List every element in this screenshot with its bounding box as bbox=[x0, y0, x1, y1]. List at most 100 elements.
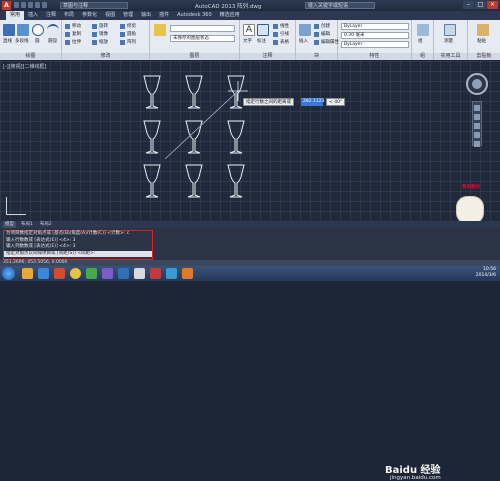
drawing-canvas[interactable] bbox=[0, 61, 500, 221]
dynamic-input-prompt: 指定行数之间的距离或 bbox=[243, 98, 294, 106]
minimize-button[interactable]: – bbox=[463, 1, 474, 9]
circle-icon[interactable] bbox=[32, 24, 44, 36]
viewcube-compass[interactable] bbox=[466, 73, 488, 95]
tab-layout2[interactable]: 布局2 bbox=[38, 221, 54, 228]
zoom-icon[interactable] bbox=[474, 123, 480, 129]
search-input[interactable]: 键入关键字或短语 bbox=[305, 2, 375, 9]
tab-home[interactable]: 常用 bbox=[6, 11, 25, 20]
layers-panel-label[interactable]: 图层 bbox=[150, 53, 239, 60]
goblet-r2c1[interactable] bbox=[143, 120, 161, 154]
modify-panel-label[interactable]: 修改 bbox=[62, 53, 149, 60]
app2-icon[interactable] bbox=[102, 268, 113, 279]
group-icon[interactable] bbox=[417, 24, 429, 36]
move-tool[interactable]: 移动 bbox=[65, 23, 81, 29]
tab-insert[interactable]: 插入 bbox=[24, 11, 42, 20]
block-panel-label[interactable]: 块 bbox=[296, 53, 337, 60]
showmotion-icon[interactable] bbox=[474, 141, 480, 147]
properties-panel-label[interactable]: 特性 bbox=[338, 53, 411, 60]
tab-view[interactable]: 视图 bbox=[101, 11, 119, 20]
tab-autodesk-360[interactable]: Autodesk 360 bbox=[173, 11, 216, 20]
app3-icon[interactable] bbox=[118, 268, 129, 279]
tab-layout[interactable]: 布局 bbox=[60, 11, 78, 20]
maximize-button[interactable]: □ bbox=[475, 1, 486, 9]
tab-parametric[interactable]: 参数化 bbox=[78, 11, 101, 20]
fillet-tool[interactable]: 圆角 bbox=[120, 31, 136, 37]
text-icon[interactable]: A bbox=[243, 24, 255, 36]
system-clock[interactable]: 10:56 2014/3/6 bbox=[476, 267, 496, 279]
polyline-icon[interactable] bbox=[17, 24, 29, 36]
goblet-r1c1[interactable] bbox=[143, 75, 161, 109]
autocad-taskbar-icon[interactable] bbox=[150, 268, 161, 279]
array-tool[interactable]: 阵列 bbox=[120, 39, 136, 45]
orbit-icon[interactable] bbox=[474, 132, 480, 138]
copy-tool[interactable]: 复制 bbox=[65, 31, 81, 37]
tab-plugins[interactable]: 插件 bbox=[155, 11, 173, 20]
stretch-tool[interactable]: 拉伸 bbox=[65, 39, 81, 45]
goblet-source[interactable] bbox=[143, 164, 161, 198]
draw-panel-label[interactable]: 绘图 bbox=[0, 53, 61, 60]
color-dropdown[interactable]: ByLayer bbox=[341, 23, 409, 30]
chrome-icon[interactable] bbox=[70, 268, 81, 279]
layer-state-dropdown[interactable]: 未保存的图层状态 bbox=[170, 35, 235, 42]
command-input[interactable]: 指定对角点以间隔项目或 [间距(S)] <间距>: bbox=[4, 250, 152, 257]
mirror-tool[interactable]: 镜像 bbox=[92, 31, 108, 37]
edit-block-tool[interactable]: 编辑 bbox=[314, 31, 330, 37]
pan-icon[interactable] bbox=[474, 114, 480, 120]
app6-icon[interactable] bbox=[182, 268, 193, 279]
layer-properties-icon[interactable] bbox=[154, 24, 166, 36]
goblet-r2c3[interactable] bbox=[227, 120, 245, 154]
goblet-r3c2[interactable] bbox=[185, 164, 203, 198]
redo-icon[interactable] bbox=[42, 2, 47, 8]
paste-icon[interactable] bbox=[477, 24, 489, 36]
groups-panel-label[interactable]: 组 bbox=[412, 53, 433, 60]
tab-featured-apps[interactable]: 精选应用 bbox=[216, 11, 244, 20]
undo-icon[interactable] bbox=[35, 2, 40, 8]
scale-tool[interactable]: 缩放 bbox=[92, 39, 108, 45]
media-icon[interactable] bbox=[54, 268, 65, 279]
tab-output[interactable]: 输出 bbox=[137, 11, 155, 20]
start-button[interactable] bbox=[2, 267, 15, 280]
workspace-dropdown[interactable]: 草图与注释 bbox=[60, 2, 128, 9]
annotation-panel-label[interactable]: 注释 bbox=[240, 53, 295, 60]
close-button[interactable]: × bbox=[487, 1, 498, 9]
create-block-tool[interactable]: 创建 bbox=[314, 23, 330, 29]
tab-layout1[interactable]: 布局1 bbox=[19, 221, 35, 228]
mirror-label: 镜像 bbox=[99, 32, 108, 37]
app-icon[interactable] bbox=[86, 268, 97, 279]
app5-icon[interactable] bbox=[166, 268, 177, 279]
table-tool[interactable]: 表格 bbox=[273, 39, 289, 45]
dynamic-input-value[interactable]: 282.1123 bbox=[301, 98, 324, 106]
line-icon[interactable] bbox=[3, 24, 15, 36]
new-icon[interactable] bbox=[14, 2, 19, 8]
lineweight-dropdown[interactable]: 0.30 毫米 bbox=[341, 32, 409, 39]
edit-attribute-tool[interactable]: 编辑属性 bbox=[314, 39, 339, 45]
drawing-viewport[interactable]: [-][俯视][二维线框] 指定行数之间的距离或 282.1123 < 40° bbox=[0, 61, 500, 221]
goblet-r3c3[interactable] bbox=[227, 164, 245, 198]
tab-annotate[interactable]: 注释 bbox=[42, 11, 60, 20]
app4-icon[interactable] bbox=[134, 268, 145, 279]
layer-dropdown[interactable] bbox=[170, 25, 235, 32]
measure-icon[interactable] bbox=[444, 24, 456, 36]
navigation-bar[interactable] bbox=[472, 101, 482, 147]
tab-model[interactable]: 模型 bbox=[3, 221, 16, 228]
leader-tool[interactable]: 引线 bbox=[273, 31, 289, 37]
ie-icon[interactable] bbox=[38, 268, 49, 279]
linetype-dropdown[interactable]: ByLayer bbox=[341, 41, 409, 48]
layers-panel: 未保存的图层状态 图层 bbox=[150, 20, 240, 60]
save-icon[interactable] bbox=[28, 2, 33, 8]
linear-tool[interactable]: 线性 bbox=[273, 23, 289, 29]
open-icon[interactable] bbox=[21, 2, 26, 8]
goblet-r1c2[interactable] bbox=[185, 75, 203, 109]
rotate-tool[interactable]: 旋转 bbox=[92, 23, 108, 29]
clipboard-panel-label[interactable]: 剪贴板 bbox=[468, 53, 500, 60]
app-menu-button[interactable]: A bbox=[2, 1, 11, 10]
goblet-r1c3[interactable] bbox=[227, 75, 245, 109]
utilities-panel-label[interactable]: 实用工具 bbox=[434, 53, 467, 60]
trim-tool[interactable]: 修剪 bbox=[120, 23, 136, 29]
insert-block-icon[interactable] bbox=[299, 24, 311, 36]
steering-wheel-icon[interactable] bbox=[474, 105, 480, 111]
tab-manage[interactable]: 管理 bbox=[119, 11, 137, 20]
dimension-icon[interactable] bbox=[257, 24, 269, 36]
explorer-icon[interactable] bbox=[22, 268, 33, 279]
arc-icon[interactable] bbox=[47, 24, 59, 36]
